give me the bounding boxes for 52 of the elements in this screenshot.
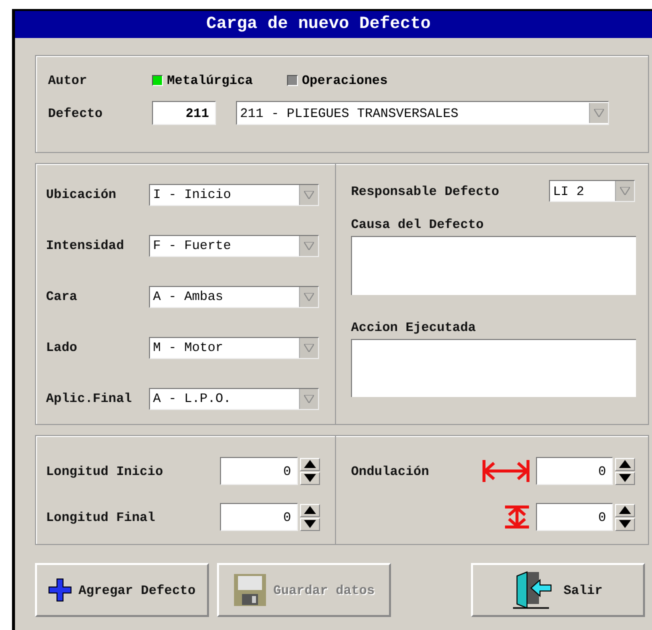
number-field[interactable]: 0 <box>536 503 613 531</box>
dropdown-arrow-icon <box>594 109 604 117</box>
code-field[interactable]: 211 <box>152 101 216 125</box>
dropdown[interactable]: LI 2 <box>549 180 635 202</box>
vertical-arrow-icon <box>504 505 530 529</box>
radio-option[interactable]: Operaciones <box>286 72 388 88</box>
field-label: Ubicación <box>46 187 118 202</box>
field-label: Longitud Final <box>46 510 156 524</box>
spin-up-button[interactable] <box>615 458 635 470</box>
dropdown-arrow-icon <box>304 242 314 250</box>
field-label: Lado <box>46 340 78 355</box>
field-label: Cara <box>46 289 78 304</box>
text-area[interactable] <box>351 339 636 397</box>
dropdown[interactable]: A - Ambas <box>149 286 319 308</box>
spin-down-button[interactable] <box>300 472 320 484</box>
dropdown-arrow-icon <box>304 190 314 198</box>
number-field[interactable]: 0 <box>536 457 613 485</box>
dropdown[interactable]: 211 - PLIEGUES TRANSVERSALES <box>236 101 609 125</box>
field-label: Autor <box>48 72 88 88</box>
radio-indicator[interactable] <box>152 74 163 86</box>
dropdown-arrow-icon <box>304 394 314 402</box>
dropdown[interactable]: I - Inicio <box>149 184 319 206</box>
radio-indicator[interactable] <box>286 74 298 86</box>
dropdown-arrow-icon <box>304 344 314 352</box>
field-label: Responsable Defecto <box>351 184 500 198</box>
dropdown[interactable]: A - L.P.O. <box>149 388 319 410</box>
field-label: Longitud Inicio <box>46 464 164 478</box>
spin-down-button[interactable] <box>300 518 320 530</box>
dropdown-arrow-icon <box>620 187 630 195</box>
spin-up-button[interactable] <box>615 504 635 516</box>
spin-down-button[interactable] <box>615 518 635 530</box>
field-label: Causa del Defecto <box>351 217 484 232</box>
number-field[interactable]: 0 <box>220 457 298 485</box>
dropdown-arrow-icon <box>304 292 314 300</box>
window-title: Carga de nuevo Defecto <box>15 11 652 38</box>
dropdown[interactable]: M - Motor <box>149 336 319 358</box>
action-button[interactable]: Agregar Defecto <box>35 563 209 617</box>
spin-up-button[interactable] <box>300 458 320 470</box>
field-label: Defecto <box>48 106 104 120</box>
spin-down-button[interactable] <box>615 472 635 484</box>
plus-icon <box>48 578 72 602</box>
field-label: Intensidad <box>46 238 126 253</box>
number-field[interactable]: 0 <box>220 503 298 531</box>
field-label: Aplic.Final <box>46 391 133 406</box>
action-button[interactable]: Salir <box>471 563 645 617</box>
field-label: Accion Ejecutada <box>351 320 476 335</box>
spin-up-button[interactable] <box>300 504 320 516</box>
field-label: Ondulación <box>351 464 430 479</box>
dropdown[interactable]: F - Fuerte <box>149 234 319 256</box>
radio-option[interactable]: Metalúrgica <box>152 72 253 88</box>
text-area[interactable] <box>351 236 636 295</box>
horizontal-arrow-icon <box>482 459 530 483</box>
